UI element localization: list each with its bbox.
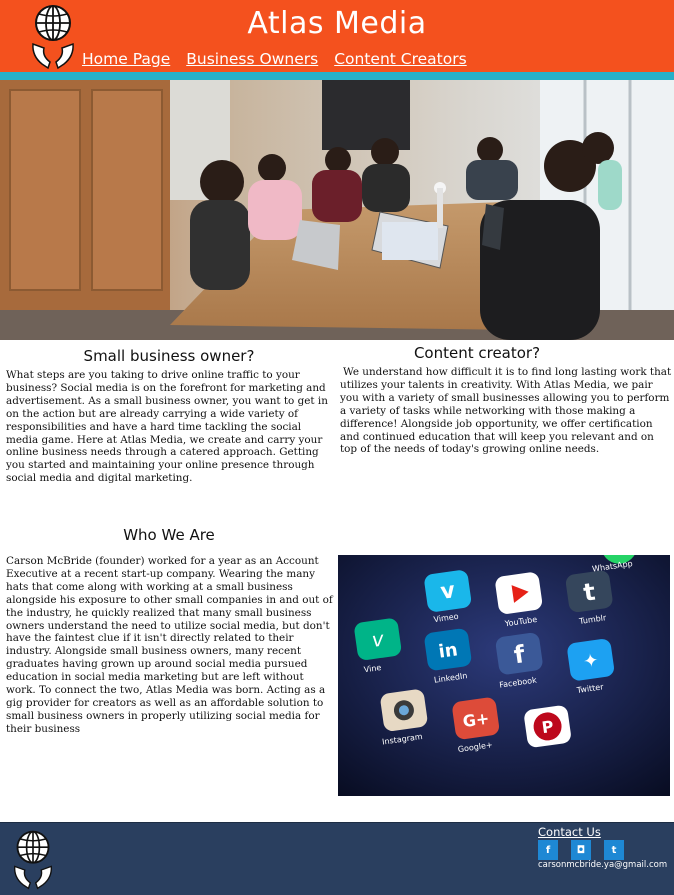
contact-email[interactable]: carsonmcbride.ya@gmail.com bbox=[538, 860, 667, 870]
nav-link-business-owners[interactable]: Business Owners bbox=[186, 50, 318, 68]
site-header: Atlas Media Home Page Business Owners Co… bbox=[0, 0, 674, 72]
hero-meeting-photo bbox=[0, 80, 674, 340]
twitter-icon[interactable]: t bbox=[604, 840, 624, 860]
business-owner-heading: Small business owner? bbox=[83, 347, 255, 365]
content-creator-text: We understand how difficult it is to fin… bbox=[340, 366, 672, 456]
svg-text:G+: G+ bbox=[462, 709, 491, 732]
social-apps-photo: v t v in f ✦ G+ P Vimeo YouTube Tumblr V… bbox=[338, 555, 670, 796]
header-accent-strip bbox=[0, 72, 674, 80]
business-owner-text: What steps are you taking to drive onlin… bbox=[6, 369, 328, 485]
main-nav: Home Page Business Owners Content Creato… bbox=[82, 50, 467, 68]
contact-us-link[interactable]: Contact Us bbox=[538, 825, 601, 839]
who-we-are-heading: Who We Are bbox=[123, 526, 215, 544]
svg-text:✦: ✦ bbox=[582, 650, 600, 673]
who-we-are-text: Carson McBride (founder) worked for a ye… bbox=[6, 555, 333, 735]
nav-link-home[interactable]: Home Page bbox=[82, 50, 170, 68]
site-footer: Contact Us f ◘ t carsonmcbride.ya@gmail.… bbox=[0, 822, 674, 895]
facebook-icon[interactable]: f bbox=[538, 840, 558, 860]
social-links: f ◘ t bbox=[538, 840, 624, 860]
site-title: Atlas Media bbox=[247, 6, 427, 41]
svg-text:in: in bbox=[437, 639, 459, 662]
instagram-icon[interactable]: ◘ bbox=[571, 840, 591, 860]
nav-link-content-creators[interactable]: Content Creators bbox=[334, 50, 466, 68]
content-creator-heading: Content creator? bbox=[413, 344, 541, 362]
globe-in-hands-icon[interactable] bbox=[12, 827, 54, 893]
